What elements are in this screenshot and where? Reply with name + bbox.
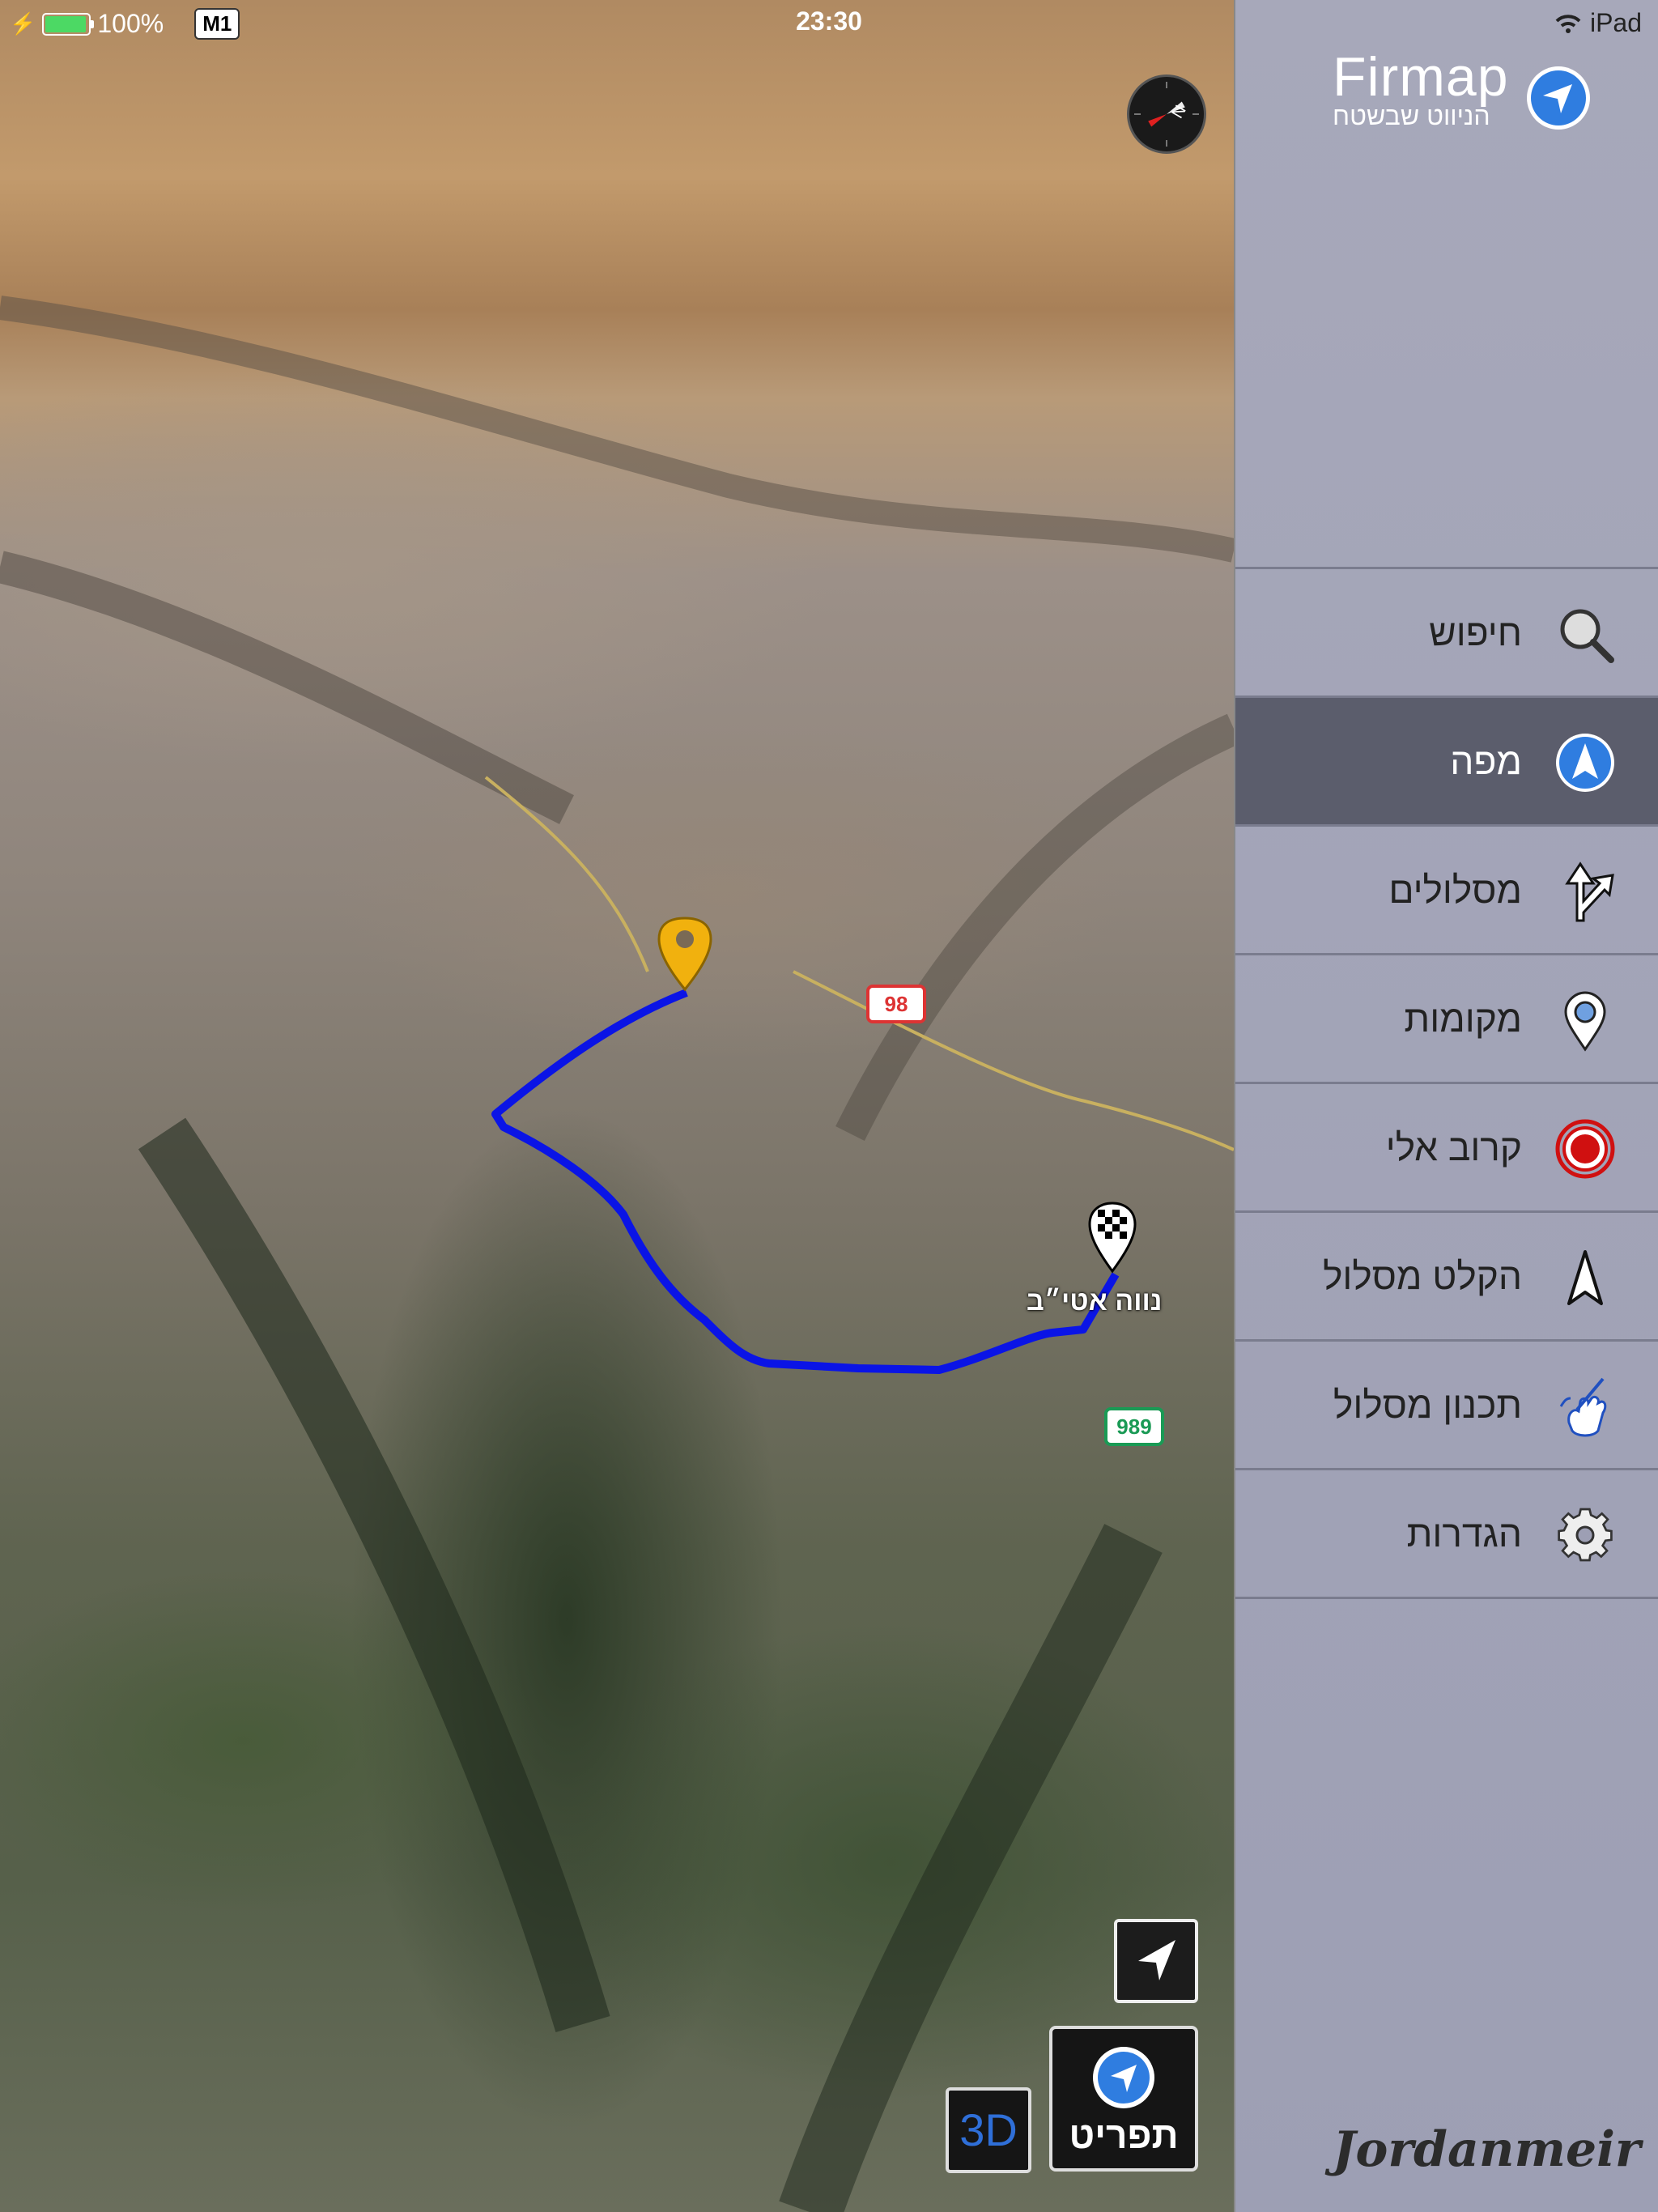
status-bar: ⚡ 100% M1 23:30 iPad <box>0 0 1658 45</box>
sidebar-item-label: הקלט מסלול <box>1323 1255 1522 1297</box>
satellite-map[interactable]: 98 989 נווה אטי״ב N 3D תפריט <box>0 0 1234 2212</box>
sidebar: Firmap הניווט שבשטח חיפוש מפה מסלולים מק… <box>1234 0 1658 2212</box>
gear-icon <box>1558 1508 1613 1562</box>
sidebar-item-places[interactable]: מקומות <box>1235 955 1658 1084</box>
target-icon <box>1555 1119 1615 1179</box>
sidebar-item-plan-route[interactable]: תכנון מסלול <box>1235 1342 1658 1470</box>
search-icon <box>1560 609 1614 663</box>
location-pin-icon <box>1564 991 1606 1052</box>
clock: 23:30 <box>796 6 862 36</box>
sidebar-item-label: מפה <box>1450 740 1522 782</box>
sidebar-item-map[interactable]: מפה <box>1235 698 1658 827</box>
wifi-icon <box>1555 14 1581 33</box>
sidebar-item-label: מסלולים <box>1388 869 1522 911</box>
menu-button-label: תפריט <box>1069 2114 1179 2156</box>
routes-fork-icon <box>1565 861 1614 922</box>
signature-logo: Jordanmeir <box>1333 2121 1641 2178</box>
navigation-arrow-icon <box>1556 734 1614 792</box>
brand-tagline: הניווט שבשטח <box>1333 101 1490 130</box>
compass-icon[interactable]: N <box>1127 74 1206 154</box>
sidebar-item-record-route[interactable]: הקלט מסלול <box>1235 1213 1658 1342</box>
finish-pin-icon[interactable] <box>1088 1202 1137 1274</box>
sidebar-item-label: חיפוש <box>1429 611 1522 653</box>
road-shield-989: 989 <box>1104 1407 1164 1446</box>
sidebar-item-routes[interactable]: מסלולים <box>1235 827 1658 955</box>
sidebar-item-label: קרוב אלי <box>1385 1126 1522 1168</box>
device-name: iPad <box>1589 8 1642 37</box>
start-pin-icon[interactable] <box>657 917 712 992</box>
svg-text:N: N <box>1168 102 1189 121</box>
sidebar-item-search[interactable]: חיפוש <box>1235 569 1658 698</box>
hand-pen-icon <box>1559 1377 1607 1437</box>
current-location-button[interactable] <box>1114 1919 1198 2003</box>
sidebar-item-label: הגדרות <box>1406 1512 1522 1555</box>
road-shield-98: 98 <box>866 985 926 1023</box>
route-line <box>491 989 1120 1374</box>
3d-toggle-button[interactable]: 3D <box>946 2087 1031 2173</box>
brand: Firmap הניווט שבשטח <box>1333 46 1509 130</box>
brand-name: Firmap <box>1333 46 1509 108</box>
brand-logo-icon <box>1527 66 1590 130</box>
navigation-arrow-icon <box>1093 2047 1154 2108</box>
sidebar-menu: חיפוש מפה מסלולים מקומות קרוב אלי הקלט מ… <box>1235 567 1658 1599</box>
record-arrow-icon <box>1567 1250 1603 1305</box>
map-overlay <box>0 296 1234 2212</box>
menu-button[interactable]: תפריט <box>1049 2026 1198 2172</box>
sidebar-item-settings[interactable]: הגדרות <box>1235 1470 1658 1599</box>
sidebar-item-label: תכנון מסלול <box>1333 1384 1522 1426</box>
location-arrow-icon <box>1138 1940 1175 1980</box>
sidebar-item-nearby[interactable]: קרוב אלי <box>1235 1084 1658 1213</box>
sidebar-item-label: מקומות <box>1404 998 1522 1040</box>
place-label: נווה אטי״ב <box>1027 1286 1163 1317</box>
